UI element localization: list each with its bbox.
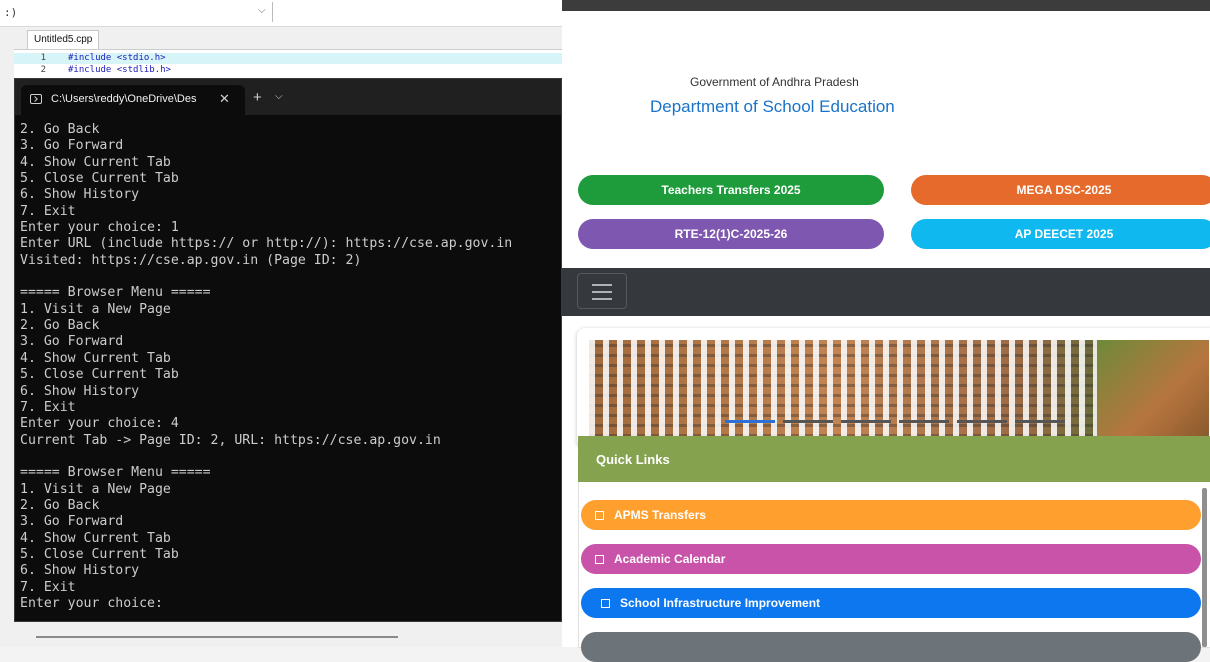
terminal-line: 3. Go Forward (20, 138, 124, 154)
terminal-icon (30, 94, 42, 104)
terminal-output[interactable]: 2. Go Back 3. Go Forward 4. Show Current T… (20, 122, 561, 612)
quick-links-list: APMS Transfers Academic Calendar School … (578, 482, 1210, 662)
quick-link-label: Academic Calendar (614, 552, 726, 566)
ide-statusbar (0, 622, 562, 647)
code-line-2[interactable]: 2 #include <stdlib.h> (14, 65, 562, 76)
site-navbar (562, 268, 1210, 316)
carousel-indicator-active[interactable] (725, 420, 775, 423)
site-header: Government of Andhra Pradesh Department … (562, 11, 1210, 268)
terminal-line: 7. Exit (20, 203, 76, 219)
terminal-line: Enter your choice: 4 (20, 416, 179, 432)
terminal-line: 5. Close Current Tab (20, 171, 179, 187)
quick-link-apms-transfers[interactable]: APMS Transfers (581, 500, 1201, 530)
line-number: 2 (40, 65, 46, 75)
close-icon[interactable]: ✕ (219, 91, 230, 107)
ide-toolbar: :) ⌵ (0, 0, 562, 27)
quick-link-partial[interactable] (581, 632, 1201, 662)
page-content: Quick Links APMS Transfers Academic Cale… (562, 316, 1210, 662)
terminal-line: 5. Close Current Tab (20, 546, 179, 562)
rte-button[interactable]: RTE-12(1)C-2025-26 (578, 219, 884, 249)
quick-link-label: School Infrastructure Improvement (620, 596, 821, 610)
link-icon (601, 599, 610, 609)
terminal-line: 6. Show History (20, 383, 140, 399)
terminal-line: Enter URL (include https:// or http://):… (20, 236, 513, 252)
dept-title[interactable]: Department of School Education (650, 97, 895, 117)
terminal-line: Visited: https://cse.ap.gov.in (Page ID:… (20, 252, 362, 268)
terminal-line: 5. Close Current Tab (20, 367, 179, 383)
terminal-line: 2. Go Back (20, 122, 100, 137)
chevron-down-icon[interactable]: ⌵ (258, 5, 266, 16)
toolbar-divider (272, 2, 273, 22)
terminal-line: ===== Browser Menu ===== (20, 465, 211, 481)
hamburger-icon (592, 284, 612, 286)
quick-link-school-infrastructure[interactable]: School Infrastructure Improvement (581, 588, 1201, 618)
terminal-line: 6. Show History (20, 563, 140, 579)
carousel-indicator[interactable] (1015, 420, 1065, 423)
hamburger-icon (592, 291, 612, 293)
new-tab-button[interactable]: + (253, 89, 262, 106)
carousel-indicator[interactable] (841, 420, 891, 423)
teachers-transfers-button[interactable]: Teachers Transfers 2025 (578, 175, 884, 205)
terminal-line: 1. Visit a New Page (20, 481, 171, 497)
line-number: 1 (40, 53, 46, 63)
terminal-line: 6. Show History (20, 187, 140, 203)
terminal-line: 7. Exit (20, 579, 76, 595)
hamburger-icon (592, 298, 612, 300)
terminal-line: 4. Show Current Tab (20, 530, 171, 546)
browser-top-strip (562, 0, 1210, 11)
code-text: #include <stdio.h> (68, 53, 166, 63)
terminal-line: Enter your choice: (20, 595, 163, 611)
terminal-tab[interactable]: C:\Users\reddy\OneDrive\Des ✕ (21, 85, 245, 115)
terminal-line: 2. Go Back (20, 318, 100, 334)
terminal-line: ===== Browser Menu ===== (20, 285, 211, 301)
terminal-line: Current Tab -> Page ID: 2, URL: https://… (20, 432, 441, 448)
terminal-line: 4. Show Current Tab (20, 350, 171, 366)
terminal-tab-title: C:\Users\reddy\OneDrive\Des (51, 93, 197, 105)
code-text: #include <stdlib.h> (68, 65, 171, 75)
terminal-line: Enter your choice: 1 (20, 220, 179, 236)
carousel-indicator[interactable] (783, 420, 833, 423)
ide-scope-combo[interactable]: :) (4, 6, 17, 19)
link-icon (595, 511, 604, 521)
browser-page: Government of Andhra Pradesh Department … (562, 0, 1210, 662)
mega-dsc-button[interactable]: MEGA DSC-2025 (911, 175, 1210, 205)
link-icon (595, 555, 604, 565)
carousel-indicator[interactable] (957, 420, 1007, 423)
quick-links-title: Quick Links (596, 452, 670, 467)
editor-tab-untitled5[interactable]: Untitled5.cpp (27, 30, 100, 49)
terminal-window: C:\Users\reddy\OneDrive\Des ✕ + ⌵ 2. Go … (14, 78, 562, 622)
terminal-line: 3. Go Forward (20, 334, 124, 350)
terminal-line: 4. Show Current Tab (20, 154, 171, 170)
terminal-line: 1. Visit a New Page (20, 301, 171, 317)
quick-links-header: Quick Links (578, 436, 1210, 482)
carousel-indicator[interactable] (899, 420, 949, 423)
quick-link-label: APMS Transfers (614, 508, 707, 522)
quick-link-academic-calendar[interactable]: Academic Calendar (581, 544, 1201, 574)
ap-deecet-button[interactable]: AP DEECET 2025 (911, 219, 1210, 249)
horizontal-scrollbar[interactable] (36, 636, 398, 638)
code-line-1[interactable]: 1 #include <stdio.h> (14, 53, 562, 64)
terminal-line: 7. Exit (20, 399, 76, 415)
page-scrollbar[interactable] (1202, 488, 1207, 647)
image-carousel[interactable] (577, 328, 1210, 448)
gov-label: Government of Andhra Pradesh (690, 75, 859, 89)
terminal-line: 3. Go Forward (20, 514, 124, 530)
menu-toggle-button[interactable] (577, 273, 627, 309)
terminal-titlebar: C:\Users\reddy\OneDrive\Des ✕ + ⌵ (15, 79, 561, 115)
chevron-down-icon[interactable]: ⌵ (275, 91, 283, 102)
carousel-image-foliage (1097, 340, 1209, 437)
terminal-line: 2. Go Back (20, 497, 100, 513)
code-editor[interactable]: 1 #include <stdio.h> 2 #include <stdlib.h> (14, 49, 562, 80)
